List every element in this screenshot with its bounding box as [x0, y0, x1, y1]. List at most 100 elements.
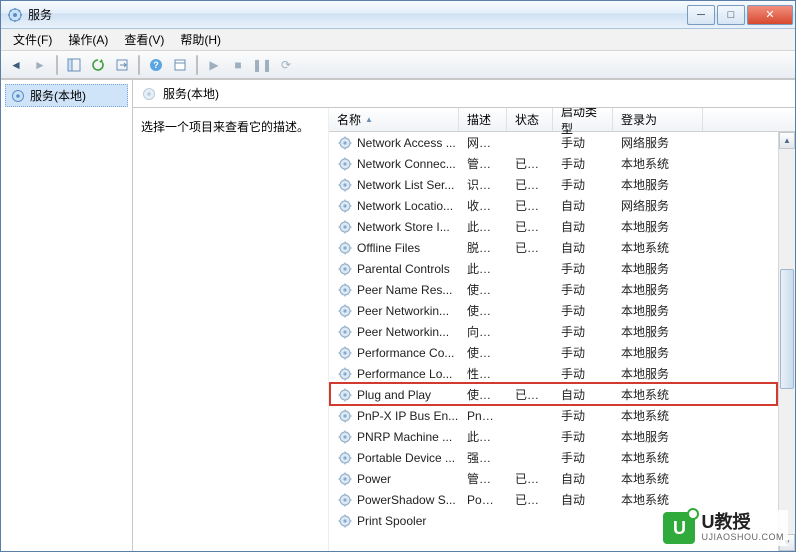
- back-button[interactable]: ◄: [5, 54, 27, 76]
- tree-node-services-local[interactable]: 服务(本地): [5, 84, 128, 107]
- cell-logon-as: 本地服务: [613, 218, 703, 235]
- cell-logon-as: 本地系统: [613, 407, 703, 424]
- cell-logon-as: 网络服务: [613, 197, 703, 214]
- service-row[interactable]: Performance Lo...性能... 手动本地服务: [329, 363, 795, 384]
- stop-service-button[interactable]: ■: [227, 54, 249, 76]
- cell-logon-as: 本地系统: [613, 470, 703, 487]
- toolbar: ◄ ► ? ▶ ■ ❚❚ ⟳: [1, 51, 795, 79]
- cell-description: 管理...: [459, 155, 507, 172]
- service-row[interactable]: Parental Controls此服...手动本地服务: [329, 258, 795, 279]
- cell-startup-type: 自动: [553, 197, 613, 214]
- help-button[interactable]: ?: [145, 54, 167, 76]
- col-startup-type[interactable]: 启动类型: [553, 108, 613, 131]
- start-service-button[interactable]: ▶: [203, 54, 225, 76]
- description-hint: 选择一个项目来查看它的描述。: [141, 118, 320, 135]
- cell-name: Performance Lo...: [329, 366, 459, 382]
- cell-name: Offline Files: [329, 240, 459, 256]
- cell-name: Network List Ser...: [329, 177, 459, 193]
- cell-name: Portable Device ...: [329, 450, 459, 466]
- menu-action[interactable]: 操作(A): [60, 29, 116, 50]
- export-button[interactable]: [111, 54, 133, 76]
- cell-logon-as: 本地系统: [613, 239, 703, 256]
- service-row[interactable]: Network List Ser...识别...已启动手动本地服务: [329, 174, 795, 195]
- maximize-button[interactable]: □: [717, 5, 745, 25]
- cell-description: 强制...: [459, 449, 507, 466]
- service-gear-icon: [337, 345, 353, 361]
- service-row[interactable]: Plug and Play使计...已启动自动本地系统: [329, 384, 795, 405]
- service-row[interactable]: Power管理...已启动自动本地系统: [329, 468, 795, 489]
- cell-startup-type: 自动: [553, 218, 613, 235]
- col-logon-as[interactable]: 登录为: [613, 108, 703, 131]
- service-row[interactable]: Network Store I...此服...已启动自动本地服务: [329, 216, 795, 237]
- list-body[interactable]: Network Access ...网络...手动网络服务Network Con…: [329, 132, 795, 551]
- cell-description: 此服...: [459, 218, 507, 235]
- col-description[interactable]: 描述: [459, 108, 507, 131]
- service-row[interactable]: Network Access ...网络...手动网络服务: [329, 132, 795, 153]
- workspace: 服务(本地) 服务(本地) 选择一个项目来查看它的描述。 名称▲ 描述 状态 启…: [1, 79, 795, 551]
- service-gear-icon: [337, 261, 353, 277]
- vertical-scrollbar[interactable]: ▲ ▼: [778, 132, 795, 551]
- refresh-button[interactable]: [87, 54, 109, 76]
- cell-description: 网络...: [459, 134, 507, 151]
- service-row[interactable]: Peer Name Res...使用...手动本地服务: [329, 279, 795, 300]
- titlebar[interactable]: 服务 ─ □ ✕: [1, 1, 795, 29]
- col-name[interactable]: 名称▲: [329, 108, 459, 131]
- service-row[interactable]: Offline Files脱机...已启动自动本地系统: [329, 237, 795, 258]
- forward-button[interactable]: ►: [29, 54, 51, 76]
- col-status[interactable]: 状态: [507, 108, 553, 131]
- details-heading: 服务(本地): [163, 85, 219, 102]
- cell-description: 性能...: [459, 365, 507, 382]
- service-gear-icon: [337, 408, 353, 424]
- service-row[interactable]: Peer Networkin...向对...手动本地服务: [329, 321, 795, 342]
- cell-name: Performance Co...: [329, 345, 459, 361]
- cell-startup-type: 手动: [553, 134, 613, 151]
- cell-logon-as: 本地服务: [613, 344, 703, 361]
- service-row[interactable]: PNRP Machine ...此服...手动本地服务: [329, 426, 795, 447]
- sort-asc-icon: ▲: [365, 115, 373, 124]
- service-row[interactable]: Peer Networkin...使用...手动本地服务: [329, 300, 795, 321]
- service-row[interactable]: PowerShadow S...Pow...已启动自动本地系统: [329, 489, 795, 510]
- cell-name: PowerShadow S...: [329, 492, 459, 508]
- scroll-up-button[interactable]: ▲: [779, 132, 795, 149]
- menu-help[interactable]: 帮助(H): [172, 29, 229, 50]
- details-header: 服务(本地): [133, 80, 795, 108]
- service-gear-icon: [337, 366, 353, 382]
- cell-logon-as: 本地系统: [613, 491, 703, 508]
- cell-startup-type: 手动: [553, 260, 613, 277]
- service-gear-icon: [337, 135, 353, 151]
- menu-view[interactable]: 查看(V): [116, 29, 172, 50]
- watermark-logo-icon: U: [663, 512, 695, 544]
- watermark-url: UJIAOSHOU.COM: [701, 533, 784, 543]
- service-gear-icon: [337, 450, 353, 466]
- service-gear-icon: [337, 177, 353, 193]
- cell-status: 已启动: [507, 491, 553, 508]
- cell-status: 已启动: [507, 218, 553, 235]
- cell-name: Peer Networkin...: [329, 324, 459, 340]
- service-row[interactable]: Performance Co...使远...手动本地服务: [329, 342, 795, 363]
- pause-service-button[interactable]: ❚❚: [251, 54, 273, 76]
- service-row[interactable]: Portable Device ...强制...手动本地系统: [329, 447, 795, 468]
- separator: [56, 55, 58, 75]
- cell-startup-type: 手动: [553, 365, 613, 382]
- details-pane: 服务(本地) 选择一个项目来查看它的描述。 名称▲ 描述 状态 启动类型 登录为…: [133, 80, 795, 551]
- service-gear-icon: [337, 429, 353, 445]
- scroll-thumb[interactable]: [780, 269, 794, 389]
- menu-file[interactable]: 文件(F): [5, 29, 60, 50]
- cell-logon-as: 网络服务: [613, 134, 703, 151]
- window-title: 服务: [28, 6, 685, 23]
- cell-startup-type: 手动: [553, 281, 613, 298]
- minimize-button[interactable]: ─: [687, 5, 715, 25]
- cell-name: PnP-X IP Bus En...: [329, 408, 459, 424]
- cell-logon-as: 本地服务: [613, 365, 703, 382]
- service-row[interactable]: PnP-X IP Bus En...PnP-...手动本地系统: [329, 405, 795, 426]
- restart-service-button[interactable]: ⟳: [275, 54, 297, 76]
- service-row[interactable]: Network Connec...管理...已启动手动本地系统: [329, 153, 795, 174]
- show-hide-tree-button[interactable]: [63, 54, 85, 76]
- properties-button[interactable]: [169, 54, 191, 76]
- service-row[interactable]: Network Locatio...收集...已启动自动网络服务: [329, 195, 795, 216]
- cell-status: 已启动: [507, 239, 553, 256]
- service-gear-icon: [337, 513, 353, 529]
- cell-description: 使远...: [459, 344, 507, 361]
- close-button[interactable]: ✕: [747, 5, 793, 25]
- scroll-track[interactable]: [779, 149, 795, 534]
